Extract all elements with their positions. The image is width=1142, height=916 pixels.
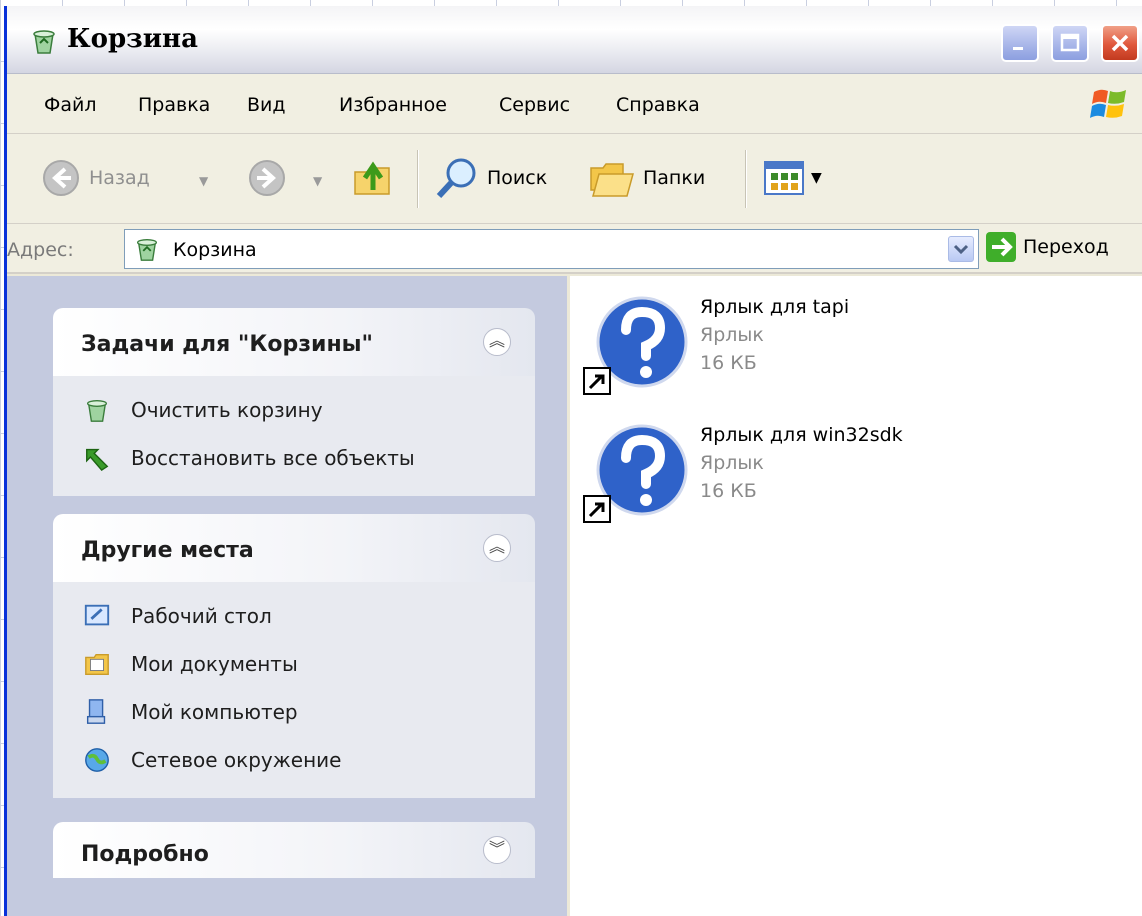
- file-size: 16 КБ: [700, 480, 757, 502]
- task-label: Очистить корзину: [131, 398, 323, 422]
- file-item[interactable]: Ярлык для win32sdk Ярлык 16 КБ: [582, 418, 1142, 538]
- recycle-bin-icon: [136, 238, 158, 261]
- details-panel-header[interactable]: Подробно ︾: [53, 822, 535, 878]
- recycle-bin-icon: [33, 30, 55, 54]
- views-icon: [764, 161, 804, 195]
- my-documents-icon: [85, 653, 109, 675]
- maximize-button[interactable]: [1051, 24, 1089, 62]
- toolbar-separator: [745, 150, 746, 208]
- details-panel-title: Подробно: [81, 842, 209, 867]
- menu-edit[interactable]: Правка: [138, 94, 210, 116]
- menu-favorites[interactable]: Избранное: [339, 94, 447, 116]
- task-restore-all[interactable]: Восстановить все объекты: [53, 434, 535, 482]
- address-value: Корзина: [173, 239, 257, 261]
- tasks-panel-title: Задачи для "Корзины": [81, 332, 373, 357]
- forward-button[interactable]: [247, 156, 287, 200]
- address-label: Адрес:: [7, 239, 74, 261]
- address-dropdown-button[interactable]: [948, 236, 974, 262]
- unknown-shortcut-icon: [583, 424, 688, 523]
- restore-icon: [86, 448, 109, 472]
- address-bar: Адрес: Корзина Переход: [7, 224, 1142, 274]
- folders-icon: [590, 163, 634, 197]
- menu-help[interactable]: Справка: [616, 94, 700, 116]
- maximize-icon: [1060, 33, 1080, 52]
- collapse-chevron-icon[interactable]: ︽: [483, 534, 511, 562]
- place-desktop[interactable]: Рабочий стол: [53, 592, 535, 640]
- other-places-panel-header[interactable]: Другие места ︽: [53, 514, 535, 582]
- title-bar[interactable]: Корзина: [7, 6, 1142, 74]
- empty-recycle-bin-icon: [86, 399, 108, 422]
- minimize-icon: [1013, 47, 1023, 50]
- back-button[interactable]: Назад: [41, 156, 150, 200]
- task-label: Восстановить все объекты: [131, 446, 415, 470]
- expand-chevron-icon[interactable]: ︾: [483, 836, 511, 864]
- chevron-down-icon: [953, 244, 969, 255]
- unknown-shortcut-icon: [583, 296, 688, 395]
- place-label: Рабочий стол: [131, 604, 272, 628]
- tasks-panel-body: Очистить корзину Восстановить все объект…: [53, 376, 535, 496]
- details-panel: Подробно ︾: [53, 822, 535, 878]
- menu-file[interactable]: Файл: [44, 94, 97, 116]
- search-button[interactable]: Поиск: [435, 156, 547, 200]
- search-label: Поиск: [487, 167, 548, 189]
- close-icon: [1111, 34, 1129, 52]
- file-name: Ярлык для tapi: [700, 296, 850, 318]
- close-button[interactable]: [1101, 24, 1139, 62]
- menu-tools[interactable]: Сервис: [499, 94, 570, 116]
- task-empty-recycle-bin[interactable]: Очистить корзину: [53, 386, 535, 434]
- desktop-icon: [84, 604, 110, 626]
- place-label: Мой компьютер: [131, 700, 298, 724]
- collapse-chevron-icon[interactable]: ︽: [483, 328, 511, 356]
- my-computer-icon: [86, 699, 106, 724]
- standard-toolbar: Назад ▼ ▼ Поиск Папки ▼: [7, 134, 1142, 224]
- back-arrow-icon: [43, 160, 79, 196]
- file-size: 16 КБ: [700, 352, 757, 374]
- up-folder-icon: [354, 161, 390, 195]
- explorer-window: Корзина Файл Правка Вид Избранное Сервис…: [4, 6, 1142, 916]
- toolbar-separator: [417, 150, 418, 208]
- up-folder-button[interactable]: [351, 156, 395, 200]
- windows-logo-icon: [1090, 89, 1126, 118]
- tasks-panel: Задачи для "Корзины" ︽ Очистить корзину …: [53, 308, 535, 496]
- go-button[interactable]: Переход: [985, 231, 1109, 263]
- file-name: Ярлык для win32sdk: [700, 424, 903, 446]
- tasks-panel-header[interactable]: Задачи для "Корзины" ︽: [53, 308, 535, 376]
- place-my-computer[interactable]: Мой компьютер: [53, 688, 535, 736]
- folders-button[interactable]: Папки: [589, 156, 705, 200]
- file-type: Ярлык: [700, 452, 764, 474]
- back-label: Назад: [89, 167, 150, 189]
- task-pane: Задачи для "Корзины" ︽ Очистить корзину …: [7, 276, 567, 916]
- go-label: Переход: [1023, 236, 1109, 258]
- place-label: Сетевое окружение: [131, 748, 342, 772]
- other-places-panel-body: Рабочий стол Мои документы Мой компьютер: [53, 582, 535, 798]
- file-type: Ярлык: [700, 324, 764, 346]
- network-icon: [85, 748, 109, 772]
- forward-history-arrow[interactable]: ▼: [313, 174, 322, 188]
- back-history-arrow[interactable]: ▼: [199, 174, 208, 188]
- menu-view[interactable]: Вид: [247, 94, 286, 116]
- menu-bar: Файл Правка Вид Избранное Сервис Справка: [7, 74, 1142, 134]
- window-title: Корзина: [67, 24, 198, 54]
- search-icon: [436, 158, 476, 199]
- place-label: Мои документы: [131, 652, 298, 676]
- go-arrow-icon: [986, 232, 1016, 262]
- other-places-panel: Другие места ︽ Рабочий стол Мои документ…: [53, 514, 535, 798]
- file-item[interactable]: Ярлык для tapi Ярлык 16 КБ: [582, 290, 1142, 410]
- address-field[interactable]: Корзина: [124, 229, 979, 269]
- other-places-panel-title: Другие места: [81, 538, 254, 563]
- place-my-documents[interactable]: Мои документы: [53, 640, 535, 688]
- minimize-button[interactable]: [1001, 24, 1039, 62]
- views-button[interactable]: ▼: [763, 156, 822, 200]
- views-dropdown-arrow: ▼: [811, 170, 822, 186]
- place-network[interactable]: Сетевое окружение: [53, 736, 535, 784]
- forward-arrow-icon: [249, 160, 285, 196]
- file-list: Ярлык для tapi Ярлык 16 КБ Ярлык для win…: [570, 276, 1142, 916]
- folders-label: Папки: [643, 167, 706, 189]
